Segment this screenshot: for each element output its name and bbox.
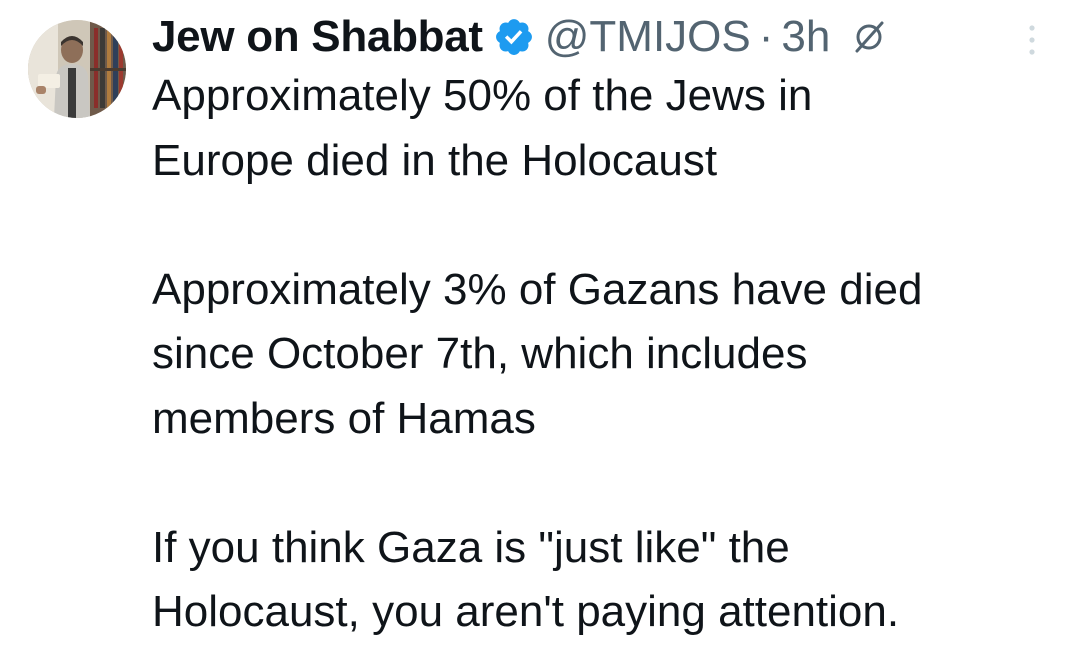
avatar-photo [28, 20, 126, 118]
tweet-header: Jew on Shabbat @TMIJOS · 3h [152, 10, 886, 64]
more-options-icon[interactable] [1024, 22, 1040, 58]
verified-badge-icon [493, 16, 535, 58]
tweet-paragraph: Approximately 50% of the Jews in Europe … [152, 71, 813, 185]
tweet-paragraph: Approximately 3% of Gazans have died sin… [152, 264, 923, 443]
header-separator: · [758, 12, 774, 61]
avatar[interactable] [28, 20, 126, 118]
author-display-name[interactable]: Jew on Shabbat [152, 12, 483, 62]
tweet-text: Approximately 50% of the Jews in Europe … [152, 64, 1052, 645]
author-handle[interactable]: @TMIJOS [545, 12, 751, 62]
tweet-paragraph: If you think Gaza is "just like" the Hol… [152, 522, 900, 637]
tweet-timestamp[interactable]: 3h [781, 12, 830, 62]
tweet[interactable]: Jew on Shabbat @TMIJOS · 3h Approximatel… [0, 0, 1080, 668]
edited-slash-icon[interactable] [852, 20, 886, 54]
